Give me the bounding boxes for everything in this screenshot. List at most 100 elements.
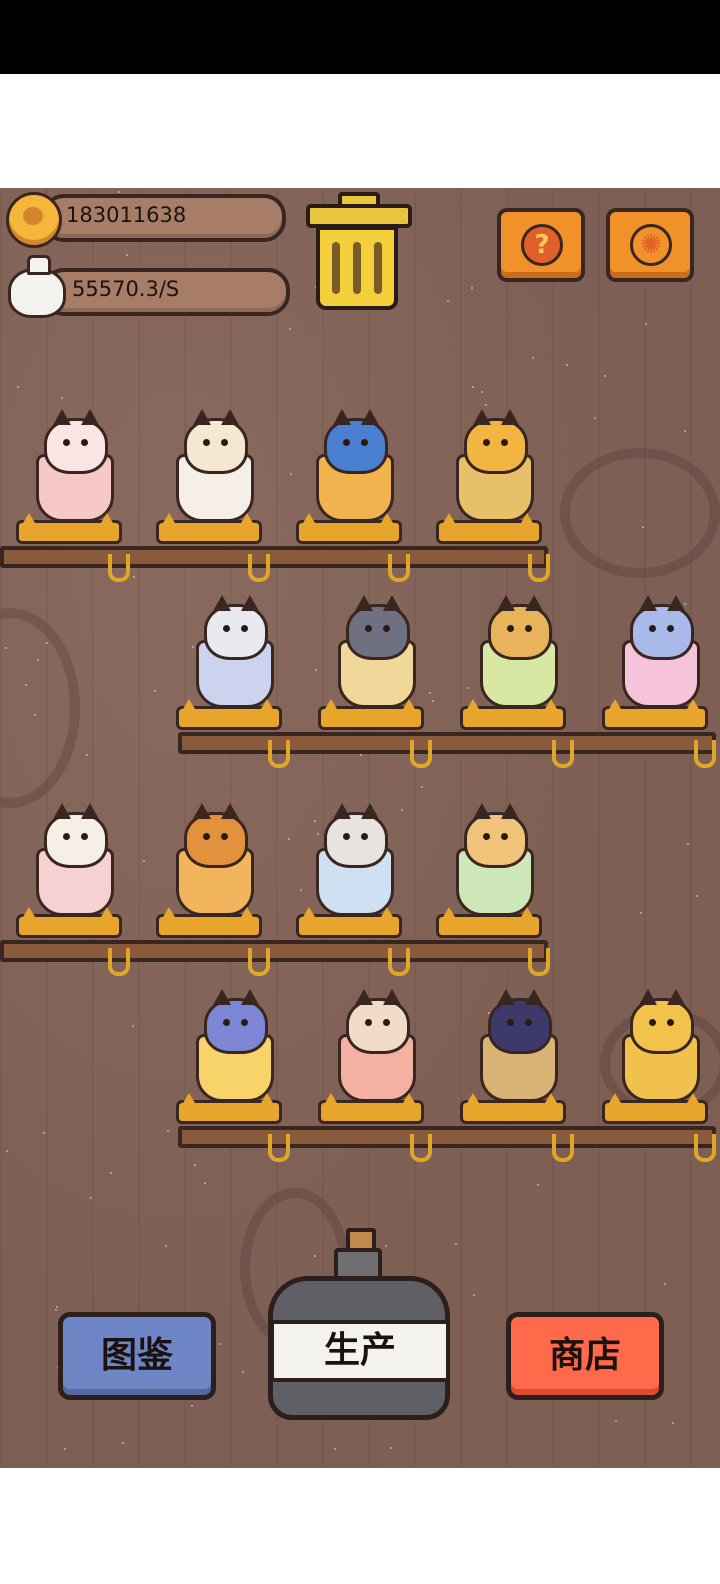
cat-ear (333, 803, 351, 819)
shop-button[interactable]: 商店 (506, 1312, 664, 1400)
speck (166, 1129, 169, 1132)
cat-head (346, 595, 410, 660)
speck (481, 390, 484, 393)
cat-head (184, 409, 248, 474)
cat-head (346, 989, 410, 1054)
cat-cup-cat-in-teacup[interactable] (436, 790, 550, 940)
speck (446, 299, 449, 302)
cat-ear (361, 409, 379, 425)
speck (45, 641, 48, 644)
speck (663, 1282, 666, 1285)
speck (287, 837, 290, 840)
cup-stand (318, 699, 424, 730)
settings-button[interactable]: ✺ (606, 208, 694, 282)
cat-eye (221, 833, 228, 840)
cat-eye (525, 1019, 532, 1026)
shelf-hook (268, 740, 290, 768)
produce-label[interactable]: 生产 (270, 1320, 450, 1382)
cat-cup-blue-cat-in-mug[interactable] (296, 396, 410, 546)
cat-cup-cat-in-sundae-glass[interactable] (460, 582, 574, 732)
cat-ear (241, 989, 259, 1005)
speck (190, 1404, 193, 1407)
shelf-hook (528, 554, 550, 582)
shelf-hook (410, 1134, 432, 1162)
cat-ear (193, 409, 211, 425)
cat-eye (483, 833, 490, 840)
cat-head (488, 595, 552, 660)
cat-cup-blue-cat-in-parfait[interactable] (602, 582, 716, 732)
wood-knot (0, 608, 80, 808)
cat-cup-cat-in-peach-glass[interactable] (318, 976, 432, 1126)
cat-eye (649, 625, 656, 632)
cat-ear (213, 989, 231, 1005)
cat-ear (473, 803, 491, 819)
cup-stand (318, 1093, 424, 1124)
cat-cup-wizard-cat-in-beer[interactable] (176, 976, 290, 1126)
shelf-hook (268, 1134, 290, 1162)
trash-lid (306, 204, 412, 228)
cat-eye (343, 833, 350, 840)
cup-stand (602, 699, 708, 730)
cat-eye (383, 1019, 390, 1026)
speck (131, 1025, 134, 1028)
shelf-hook (552, 1134, 574, 1162)
cat-eye (525, 625, 532, 632)
shelf-hook (388, 554, 410, 582)
cat-cup-siamese-cat-in-cup[interactable] (296, 790, 410, 940)
cup-stand (602, 1093, 708, 1124)
cat-ear (667, 989, 685, 1005)
cat-cup-twin-cats-in-beer[interactable] (318, 582, 432, 732)
cat-cup-black-cat-in-glass[interactable] (460, 976, 574, 1126)
income-rate: 55570.3/S (72, 277, 180, 301)
cat-eye (501, 833, 508, 840)
cat-eye (223, 625, 230, 632)
cat-cup-cat-in-orange-glass[interactable] (156, 790, 270, 940)
cat-ear (501, 409, 519, 425)
cat-eye (361, 833, 368, 840)
cat-cup-white-cat-in-bowl[interactable] (176, 582, 290, 732)
cat-eye (63, 833, 70, 840)
cat-eye (241, 625, 248, 632)
cup-stand (460, 1093, 566, 1124)
cat-ear (361, 803, 379, 819)
cat-eye (383, 625, 390, 632)
cat-eye (501, 439, 508, 446)
help-button[interactable]: ? (497, 208, 585, 282)
shelf-hook (410, 740, 432, 768)
cup-stand (176, 699, 282, 730)
speck (614, 1419, 617, 1422)
cat-ear (221, 409, 239, 425)
collection-button[interactable]: 图鉴 (58, 1312, 216, 1400)
cat-head (44, 409, 108, 474)
trash-can-icon[interactable] (306, 192, 412, 310)
speck (420, 785, 423, 788)
cat-eye (365, 1019, 372, 1026)
cat-eye (343, 439, 350, 446)
cat-eye (361, 439, 368, 446)
cat-cup-calico-cat-in-cup[interactable] (156, 396, 270, 546)
cat-ear (333, 409, 351, 425)
cup-stand (436, 907, 542, 938)
speck (471, 385, 474, 388)
cup-stand (460, 699, 566, 730)
trash-rib (374, 242, 382, 294)
cat-eye (63, 439, 70, 446)
cat-cup-cat-in-bowl[interactable] (16, 396, 130, 546)
shelf-hook (248, 554, 270, 582)
trash-rib (353, 242, 361, 294)
cup-stand (176, 1093, 282, 1124)
cat-ear (213, 595, 231, 611)
cat-eye (667, 1019, 674, 1026)
cat-ear (355, 989, 373, 1005)
cat-ear (53, 803, 71, 819)
cat-eye (203, 439, 210, 446)
cat-cup-orange-cat-in-glass[interactable] (436, 396, 550, 546)
cat-ear (241, 595, 259, 611)
shelf-hook (388, 948, 410, 976)
cat-ear (667, 595, 685, 611)
speck (109, 1171, 112, 1174)
cat-head (184, 803, 248, 868)
cat-cup-cat-with-guitar-in-glass[interactable] (16, 790, 130, 940)
cat-ear (639, 989, 657, 1005)
cat-cup-cat-on-plate[interactable] (602, 976, 716, 1126)
